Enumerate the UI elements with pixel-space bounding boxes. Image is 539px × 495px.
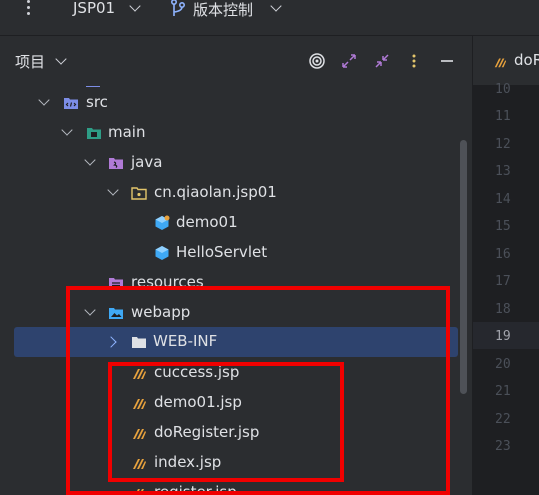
chevron-right-icon[interactable]: [105, 336, 117, 348]
chevron-down-icon[interactable]: [55, 53, 67, 65]
tree-item-webapp[interactable]: webapp: [0, 298, 460, 328]
chevron-down-icon[interactable]: [84, 304, 96, 316]
vcs-menu-label[interactable]: 版本控制: [193, 0, 253, 20]
more-menu-icon[interactable]: [23, 0, 33, 18]
tree-item-label: doRegister.jsp: [154, 423, 260, 441]
line-number: 18: [495, 302, 511, 317]
line-number: 22: [495, 412, 511, 427]
line-number: 12: [495, 137, 511, 152]
project-tree: src main java cn.qiaolan.jsp01 demo01 He…: [0, 86, 473, 495]
chevron-down-icon[interactable]: [270, 0, 282, 12]
package-icon: [131, 187, 147, 200]
line-number: 20: [495, 357, 511, 372]
chevron-down-icon[interactable]: [129, 0, 141, 12]
jsp-file-icon: [133, 399, 146, 409]
line-number-gutter: 10 11 12 13 14 15 16 17 18 19 20 21 22 2…: [473, 82, 539, 495]
tree-item-label: webapp: [131, 303, 191, 321]
tree-item-label: resources: [131, 273, 204, 291]
folder-icon: [132, 337, 146, 348]
main-toolbar: JSP01 版本控制: [0, 0, 539, 36]
options-menu-icon[interactable]: [406, 53, 422, 69]
tree-item-label: WEB-INF: [153, 332, 218, 350]
expand-all-icon[interactable]: [341, 53, 357, 69]
jsp-file-icon: [133, 459, 146, 469]
tree-item-package[interactable]: cn.qiaolan.jsp01: [0, 178, 460, 208]
line-number-current: 19: [495, 329, 511, 344]
project-selector-label[interactable]: JSP01: [73, 0, 115, 17]
tree-item-label: register.jsp: [154, 483, 237, 495]
tree-item-java[interactable]: java: [0, 148, 460, 178]
editor-tab-label[interactable]: doR: [514, 51, 539, 69]
tree-item-cuccess-jsp[interactable]: cuccess.jsp: [0, 358, 460, 388]
tree-item-label: src: [86, 93, 108, 111]
class-icon: [155, 215, 170, 230]
tree-item-label: main: [108, 123, 146, 141]
editor-tab-bar: doR: [473, 36, 539, 86]
line-number: 15: [495, 219, 511, 234]
jsp-file-icon: [133, 369, 146, 379]
chevron-down-icon[interactable]: [84, 154, 96, 166]
tree-item-src[interactable]: src: [0, 88, 460, 118]
tree-item-demo01[interactable]: demo01: [0, 208, 460, 238]
jsp-file-icon: [133, 429, 146, 439]
java-folder-icon: [109, 158, 123, 169]
tree-item-label: java: [131, 153, 163, 171]
panel-title[interactable]: 项目: [15, 51, 45, 72]
target-icon[interactable]: [309, 53, 325, 69]
chevron-down-icon[interactable]: [38, 94, 50, 106]
chevron-down-icon[interactable]: [61, 124, 73, 136]
resources-folder-icon: [109, 278, 123, 289]
tree-item-demo01-jsp[interactable]: demo01.jsp: [0, 388, 460, 418]
source-folder-icon: [64, 98, 78, 109]
tree-item-label: demo01.jsp: [154, 393, 242, 411]
tree-item-label: demo01: [176, 213, 238, 231]
tree-item-label: cn.qiaolan.jsp01: [154, 183, 277, 201]
branch-icon[interactable]: [170, 0, 186, 17]
chevron-down-icon[interactable]: [107, 184, 119, 196]
tree-item-label: HelloServlet: [176, 243, 268, 261]
tree-item-web-inf[interactable]: WEB-INF: [14, 327, 458, 357]
line-number: 13: [495, 164, 511, 179]
editor-area: doR 10 11 12 13 14 15 16 17 18 19 20 21 …: [473, 36, 539, 495]
tree-item-index-jsp[interactable]: index.jsp: [0, 448, 460, 478]
tree-item-register-jsp[interactable]: register.jsp: [0, 478, 460, 495]
tree-item-helloservlet[interactable]: HelloServlet: [0, 238, 460, 268]
line-number: 21: [495, 384, 511, 399]
tree-item-main[interactable]: main: [0, 118, 460, 148]
line-number: 23: [495, 439, 511, 454]
tree-item-label: index.jsp: [154, 453, 222, 471]
hide-panel-icon[interactable]: [439, 53, 455, 69]
jsp-file-icon: [494, 58, 507, 68]
class-icon: [155, 246, 169, 260]
tree-item-label: cuccess.jsp: [154, 363, 240, 381]
module-folder-icon: [87, 128, 101, 139]
line-number: 14: [495, 192, 511, 207]
web-folder-icon: [109, 308, 123, 319]
collapse-all-icon[interactable]: [374, 53, 390, 69]
line-number: 16: [495, 247, 511, 262]
project-panel-header: 项目: [0, 36, 473, 86]
line-number: 10: [495, 82, 511, 97]
line-number: 11: [495, 109, 511, 124]
tree-scrollbar[interactable]: [460, 140, 467, 394]
tree-item-doregister-jsp[interactable]: doRegister.jsp: [0, 418, 460, 448]
jsp-file-icon: [135, 489, 146, 495]
line-number: 17: [495, 274, 511, 289]
tree-item-resources[interactable]: resources: [0, 268, 460, 298]
